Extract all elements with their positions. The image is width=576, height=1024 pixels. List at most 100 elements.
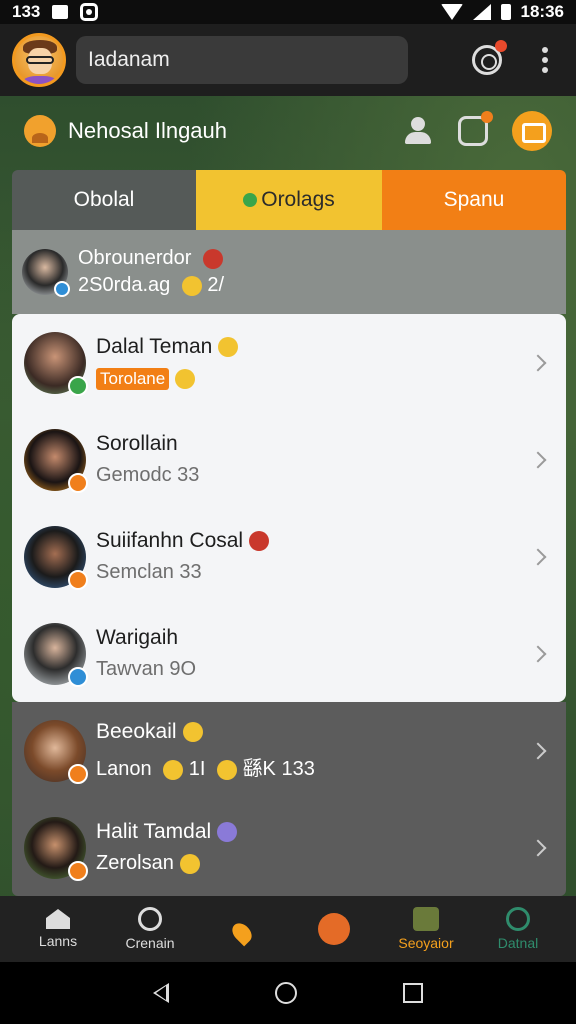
contact-subtitle: Tawvan 9O	[96, 658, 197, 680]
contacts-card: Dalal Teman Torolane Sorollain Gemodc 33…	[12, 314, 566, 702]
emoji-icon	[249, 531, 270, 552]
contact-name: Warigaih	[96, 626, 179, 649]
avatar	[24, 622, 88, 687]
section-title: Nehosal Ilngauh	[68, 118, 228, 143]
status-badge	[68, 569, 88, 590]
search-input[interactable]: Iadanam	[76, 36, 408, 84]
contact-subtitle-extra-2: 繇K 133	[242, 758, 315, 780]
nav-emoji[interactable]	[296, 913, 372, 945]
tab-orolags[interactable]: Orolags	[196, 170, 382, 230]
tab-bar: Obolal Orolags Spanu	[12, 170, 566, 230]
chevron-right-icon	[529, 839, 547, 856]
list-item[interactable]: Halit Tamdal Zerolsan	[12, 799, 566, 896]
bottom-navigation: Lanns Crenain Seoyaior Datnal	[0, 896, 576, 962]
contact-name: Halit Tamdal	[96, 820, 212, 843]
emoji-icon	[163, 759, 184, 780]
avatar	[24, 331, 88, 396]
tab-label: Obolal	[73, 188, 135, 211]
contact-subtitle-extra: 2/	[207, 274, 225, 296]
recent-apps-icon[interactable]	[403, 983, 423, 1003]
status-badge	[68, 375, 88, 396]
contact-subtitle: Zerolsan	[96, 852, 174, 874]
list-item[interactable]: Sorollain Gemodc 33	[12, 411, 566, 508]
emoji-icon	[182, 722, 203, 743]
clock-icon	[138, 907, 162, 931]
home-button-icon[interactable]	[275, 982, 297, 1004]
avatar	[24, 816, 88, 881]
nav-location[interactable]	[204, 914, 280, 947]
contact-name: Obrounerdor	[78, 247, 192, 269]
avatar	[24, 428, 88, 493]
contact-name: Dalal Teman	[96, 335, 213, 358]
emoji-icon	[202, 248, 223, 269]
contact-name: Beeokail	[96, 720, 177, 743]
notification-dot	[481, 111, 493, 123]
emoji-icon	[179, 853, 200, 874]
nav-label: Lanns	[38, 933, 78, 949]
avatar	[24, 525, 88, 590]
tab-obolal[interactable]: Obolal	[12, 170, 196, 230]
list-item[interactable]: Suiifanhn Cosal Semclan 33	[12, 508, 566, 605]
avatar-shirt	[21, 76, 59, 84]
chevron-right-icon	[529, 354, 547, 371]
list-item[interactable]: Warigaih Tawvan 9O	[12, 605, 566, 702]
signal-icon	[472, 4, 491, 20]
contact-name: Sorollain	[96, 432, 178, 455]
contact-subtitle: Semclan 33	[96, 561, 202, 583]
contact-subtitle: 2S0rda.ag	[78, 274, 171, 296]
nav-label: Datnal	[497, 935, 539, 951]
notifications-icon[interactable]	[458, 111, 493, 146]
list-item[interactable]: Beeokail Lanon 1I 繇K 133	[12, 702, 566, 799]
nav-profile[interactable]: Seoyaior	[388, 907, 464, 951]
status-badge	[68, 763, 88, 784]
tab-label: Orolags	[261, 188, 335, 211]
contact-subtitle: Lanon	[96, 758, 152, 780]
pinned-row[interactable]: Obrounerdor 2S0rda.ag 2/	[12, 230, 566, 314]
nav-home[interactable]: Lanns	[20, 909, 96, 949]
more-options-icon[interactable]	[542, 47, 548, 73]
nav-label: Seoyaior	[398, 935, 454, 951]
nav-chat[interactable]: Datnal	[480, 907, 556, 951]
contact-subtitle-extra: 1I	[188, 758, 206, 780]
status-chip: Torolane	[96, 368, 170, 390]
location-pin-icon	[228, 919, 256, 947]
status-badge	[68, 666, 88, 687]
profile-avatar[interactable]	[12, 33, 66, 87]
avatar-icon	[413, 907, 439, 931]
chevron-right-icon	[529, 548, 547, 565]
chevron-right-icon	[529, 645, 547, 662]
chat-icon	[506, 907, 530, 931]
status-dot-icon	[243, 193, 258, 207]
tab-label: Spanu	[443, 188, 505, 211]
notification-icon	[52, 5, 69, 19]
wifi-icon	[440, 4, 463, 20]
battery-icon	[500, 4, 511, 20]
avatar-glasses	[26, 56, 54, 64]
edit-icon[interactable]	[512, 111, 552, 151]
home-icon	[46, 909, 70, 929]
system-navigation-bar	[0, 962, 576, 1024]
emoji-icon	[218, 337, 239, 358]
emoji-icon	[217, 822, 238, 843]
app-notification-icon	[80, 3, 99, 21]
search-value: Iadanam	[88, 48, 170, 71]
camera-icon[interactable]	[472, 40, 507, 75]
section-header: Nehosal Ilngauh	[0, 98, 576, 164]
tab-spanu[interactable]: Spanu	[382, 170, 566, 230]
nav-recent[interactable]: Crenain	[112, 907, 188, 951]
chevron-right-icon	[529, 742, 547, 759]
emoji-icon	[175, 368, 196, 389]
back-icon[interactable]	[153, 983, 169, 1003]
status-badge	[68, 860, 88, 881]
avatar	[24, 719, 88, 784]
chevron-right-icon	[529, 451, 547, 468]
emoji-icon	[181, 275, 202, 296]
list-item[interactable]: Dalal Teman Torolane	[12, 314, 566, 411]
nav-label: Crenain	[125, 935, 175, 951]
emoji-face-icon	[318, 913, 350, 945]
add-contact-icon[interactable]	[402, 117, 434, 145]
emoji-icon	[217, 759, 237, 780]
contact-subtitle: Gemodc 33	[96, 464, 200, 486]
contact-name: Suiifanhn Cosal	[96, 529, 244, 552]
status-left-text: 133	[12, 2, 41, 21]
